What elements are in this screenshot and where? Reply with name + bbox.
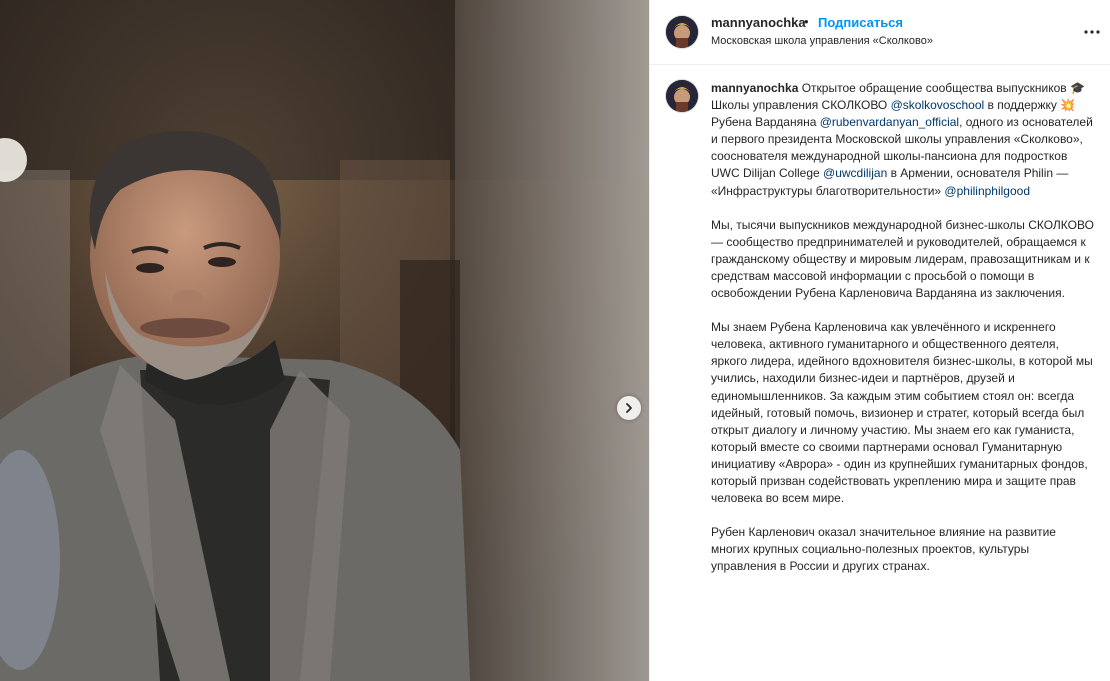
caption-text: Школы управления СКОЛКОВО: [711, 98, 891, 113]
photo-image: [0, 0, 649, 681]
next-image-button[interactable]: [617, 396, 641, 420]
mention-rubenvardanyan[interactable]: @rubenvardanyan_official: [820, 115, 959, 129]
avatar[interactable]: [666, 16, 698, 48]
post-header: mannyanochka • Подписаться Московская шк…: [650, 0, 1110, 65]
mention-skolkovoschool[interactable]: @skolkovoschool: [891, 98, 985, 112]
caption-paragraph-1: mannyanochka Открытое обращение сообщест…: [711, 80, 1096, 200]
header-username[interactable]: mannyanochka: [711, 15, 806, 30]
caption-avatar[interactable]: [666, 80, 698, 112]
more-options-button[interactable]: [1082, 22, 1102, 42]
location-link[interactable]: Московская школа управления «Сколково»: [711, 35, 933, 47]
avatar-image: [666, 16, 698, 48]
post-caption: mannyanochka Открытое обращение сообщест…: [711, 80, 1096, 592]
chevron-right-icon: [626, 403, 632, 413]
avatar-image: [666, 80, 698, 112]
post-photo[interactable]: [0, 0, 649, 681]
post-side-panel: mannyanochka • Подписаться Московская шк…: [649, 0, 1110, 681]
caption-paragraph-3: Мы знаем Рубена Карленовича как увлечённ…: [711, 320, 1093, 506]
mention-uwcdilijan[interactable]: @uwcdilijan: [823, 166, 887, 180]
mention-philinphilgood[interactable]: @philinphilgood: [944, 184, 1030, 198]
burst-icon: 💥: [1060, 98, 1076, 113]
more-options-icon: [1084, 30, 1100, 34]
separator-dot: •: [804, 14, 809, 29]
follow-button[interactable]: Подписаться: [818, 15, 903, 30]
caption-text: Открытое обращение сообщества выпускнико…: [801, 81, 1071, 95]
caption-text: в поддержку: [984, 98, 1061, 113]
caption-paragraph-2: Мы, тысячи выпускников международной биз…: [711, 217, 1094, 301]
caption-paragraph-4: Рубен Карленович оказал значительное вли…: [711, 525, 1056, 574]
caption-username[interactable]: mannyanochka: [711, 81, 798, 95]
graduation-cap-icon: 🎓: [1070, 81, 1085, 95]
caption-text: Рубена Варданяна: [711, 115, 820, 130]
